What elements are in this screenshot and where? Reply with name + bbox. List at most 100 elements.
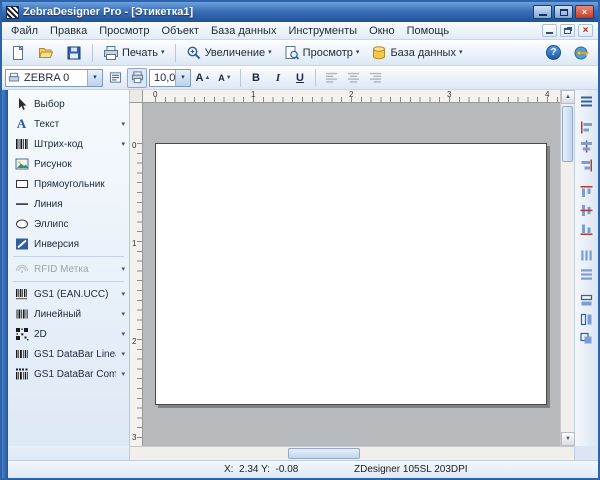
scroll-up-button[interactable]: ▲ bbox=[561, 90, 575, 104]
tool-label: Штрих-код bbox=[34, 139, 83, 150]
font-name-combo[interactable]: ZEBRA 0 ▾ bbox=[5, 69, 103, 87]
ruler-number: 2 bbox=[132, 337, 136, 346]
toolbar-separator bbox=[92, 44, 93, 62]
italic-button[interactable]: I bbox=[268, 68, 288, 88]
canvas-workspace[interactable] bbox=[143, 103, 560, 446]
menu-object[interactable]: Объект bbox=[155, 24, 204, 38]
maximize-button[interactable] bbox=[554, 5, 573, 19]
align-top-button[interactable] bbox=[577, 183, 596, 200]
horizontal-scroll-thumb[interactable] bbox=[288, 448, 360, 459]
menu-tools[interactable]: Инструменты bbox=[282, 24, 363, 38]
increase-font-button[interactable]: A▲ bbox=[193, 68, 213, 88]
tool-gs1-ean-ucc[interactable]: GS1 (EAN.UCC) ▾ bbox=[8, 284, 129, 304]
zoom-dropdown-icon: ▾ bbox=[268, 49, 272, 56]
mdi-minimize-button[interactable] bbox=[542, 24, 557, 37]
arrange-button[interactable] bbox=[577, 93, 596, 110]
horizontal-scrollbar[interactable] bbox=[130, 446, 574, 460]
tool-barcode[interactable]: Штрих-код ▾ bbox=[8, 134, 129, 154]
design-canvas[interactable]: 0 1 2 3 4 0 1 2 3 ▲ ▼ bbox=[130, 90, 574, 446]
printer-fonts-icon bbox=[131, 71, 144, 84]
close-button[interactable]: × bbox=[575, 5, 594, 19]
distribute-h-button[interactable] bbox=[577, 247, 596, 264]
new-label-button[interactable] bbox=[5, 42, 31, 63]
font-size-arrow[interactable]: ▾ bbox=[175, 70, 190, 86]
database-dropdown-icon: ▾ bbox=[459, 49, 463, 56]
ruler-number: 2 bbox=[349, 90, 353, 99]
font-dialog-button[interactable] bbox=[105, 68, 125, 88]
chevron-down-icon: ▾ bbox=[121, 290, 125, 298]
menu-help[interactable]: Помощь bbox=[401, 24, 456, 38]
align-text-center-button[interactable] bbox=[343, 68, 363, 88]
database-button[interactable]: База данных ▾ bbox=[366, 42, 467, 63]
open-label-button[interactable] bbox=[33, 42, 59, 63]
tool-line[interactable]: Линия bbox=[8, 194, 129, 214]
menu-edit[interactable]: Правка bbox=[44, 24, 93, 38]
minimize-button[interactable] bbox=[533, 5, 552, 19]
menu-database[interactable]: База данных bbox=[205, 24, 283, 38]
gs1-barcode-icon bbox=[14, 287, 29, 302]
tool-ellipse[interactable]: Эллипс bbox=[8, 214, 129, 234]
align-top-icon bbox=[579, 185, 594, 198]
tool-gs1-databar-linear[interactable]: GS1 DataBar Linear ▾ bbox=[8, 344, 129, 364]
tool-select[interactable]: Выбор bbox=[8, 94, 129, 114]
tool-linear[interactable]: Линейный ▾ bbox=[8, 304, 129, 324]
print-button[interactable]: Печать ▾ bbox=[98, 42, 170, 63]
decrease-font-button[interactable]: A▼ bbox=[215, 68, 235, 88]
tool-label: Выбор bbox=[34, 99, 65, 110]
align-toolbar bbox=[574, 90, 598, 446]
mdi-restore-button[interactable] bbox=[560, 24, 575, 37]
printer-font-icon bbox=[8, 72, 20, 84]
bold-button[interactable]: B bbox=[246, 68, 266, 88]
distribute-v-button[interactable] bbox=[577, 266, 596, 283]
underline-button[interactable]: U bbox=[290, 68, 310, 88]
title-bar: ZebraDesigner Pro - [Этикетка1] × bbox=[2, 2, 598, 22]
zoom-icon bbox=[186, 45, 202, 61]
align-text-center-icon bbox=[347, 71, 360, 84]
view-button[interactable]: Просмотр ▾ bbox=[279, 42, 365, 63]
zoom-button[interactable]: Увеличение ▾ bbox=[181, 42, 277, 63]
align-text-right-button[interactable] bbox=[365, 68, 385, 88]
label-page[interactable] bbox=[155, 143, 547, 405]
tool-label: Прямоугольник bbox=[34, 179, 105, 190]
license-key-button[interactable] bbox=[569, 42, 595, 63]
tool-picture[interactable]: Рисунок bbox=[8, 154, 129, 174]
font-name-arrow[interactable]: ▾ bbox=[87, 70, 102, 86]
menu-file[interactable]: Файл bbox=[5, 24, 44, 38]
menu-view[interactable]: Просмотр bbox=[93, 24, 155, 38]
help-button[interactable]: ? bbox=[541, 42, 566, 63]
mdi-close-icon: × bbox=[583, 26, 589, 36]
save-floppy-icon bbox=[66, 45, 82, 61]
tool-rectangle[interactable]: Прямоугольник bbox=[8, 174, 129, 194]
chevron-down-icon: ▾ bbox=[181, 74, 185, 81]
align-bottom-icon bbox=[579, 223, 594, 236]
mdi-close-button[interactable]: × bbox=[578, 24, 593, 37]
same-height-button[interactable] bbox=[577, 311, 596, 328]
cursor-icon bbox=[14, 97, 29, 112]
align-bottom-button[interactable] bbox=[577, 221, 596, 238]
align-left-button[interactable] bbox=[577, 119, 596, 136]
vertical-scrollbar[interactable]: ▲ ▼ bbox=[560, 90, 574, 446]
tool-gs1-databar-composite[interactable]: GS1 DataBar Composite ▾ bbox=[8, 364, 129, 384]
tool-2d[interactable]: 2D ▾ bbox=[8, 324, 129, 344]
close-icon: × bbox=[582, 8, 587, 17]
tool-inverse[interactable]: Инверсия bbox=[8, 234, 129, 254]
tool-text[interactable]: A Текст ▾ bbox=[8, 114, 129, 134]
align-center-h-button[interactable] bbox=[577, 138, 596, 155]
print-label: Печать bbox=[122, 47, 158, 59]
vertical-scroll-thumb[interactable] bbox=[562, 106, 573, 162]
left-edge-strip bbox=[2, 90, 8, 478]
font-size-combo[interactable]: 10,0 ▾ bbox=[149, 69, 191, 87]
align-middle-button[interactable] bbox=[577, 202, 596, 219]
save-label-button[interactable] bbox=[61, 42, 87, 63]
same-width-button[interactable] bbox=[577, 292, 596, 309]
align-text-left-button[interactable] bbox=[321, 68, 341, 88]
scroll-down-button[interactable]: ▼ bbox=[561, 432, 575, 446]
tool-label: Текст bbox=[34, 119, 59, 130]
align-right-button[interactable] bbox=[577, 157, 596, 174]
chevron-down-icon: ▾ bbox=[121, 310, 125, 318]
tool-label: GS1 DataBar Linear bbox=[34, 349, 116, 360]
same-size-button[interactable] bbox=[577, 330, 596, 347]
menu-window[interactable]: Окно bbox=[363, 24, 401, 38]
printer-fonts-toggle[interactable] bbox=[127, 68, 147, 88]
up-arrow-icon: ▲ bbox=[565, 94, 571, 100]
